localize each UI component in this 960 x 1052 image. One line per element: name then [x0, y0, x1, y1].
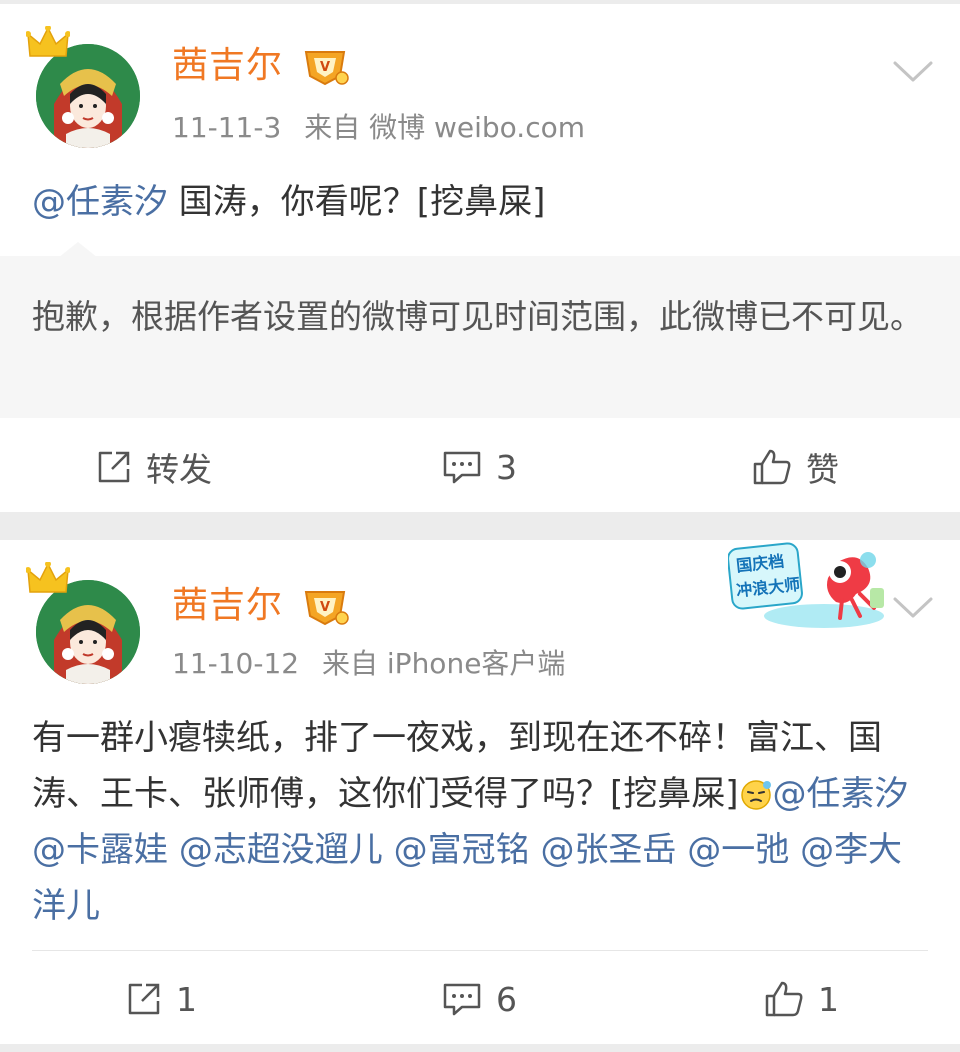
mention-link[interactable]: @任素汐 [32, 182, 168, 222]
post-meta: 11-11-3 来自 微博 weibo.com [172, 110, 585, 146]
comment-count: 3 [496, 447, 517, 487]
like-icon [753, 449, 791, 485]
svg-text:V: V [320, 60, 330, 75]
crown-icon [26, 562, 70, 593]
action-bar: 转发 3 赞 [0, 422, 960, 512]
vip-badge-icon: V [304, 51, 349, 86]
weibo-post-card[interactable]: 茜吉尔 V 11-10-12 来自 iPhone客户端 国庆档 冲浪大师 有一群… [0, 540, 960, 1044]
quoted-post-box[interactable]: 抱歉，根据作者设置的微博可见时间范围，此微博已不可见。 [0, 242, 960, 418]
repost-button[interactable]: 1 [126, 954, 197, 1044]
crown-icon [26, 26, 70, 57]
post-source[interactable]: 来自 iPhone客户端 [322, 647, 565, 680]
quote-notch [58, 242, 98, 258]
comment-count: 6 [496, 979, 517, 1019]
comment-icon [443, 451, 481, 484]
svg-text:V: V [320, 600, 330, 615]
like-icon [765, 981, 803, 1017]
like-label: 赞 [806, 450, 839, 489]
post-text-body: 国涛，你看呢？[挖鼻屎] [168, 182, 546, 222]
chevron-down-icon[interactable] [892, 596, 934, 620]
quoted-notice: 抱歉，根据作者设置的微博可见时间范围，此微博已不可见。 [32, 297, 923, 336]
repost-label: 转发 [146, 450, 212, 489]
author-name[interactable]: 茜吉尔 [172, 584, 283, 628]
vip-badge-icon: V [304, 591, 349, 626]
like-button[interactable]: 赞 [752, 422, 839, 512]
post-date: 11-11-3 [172, 111, 282, 144]
post-date: 11-10-12 [172, 647, 300, 680]
chevron-down-icon[interactable] [892, 60, 934, 84]
divider [32, 950, 928, 951]
author-name[interactable]: 茜吉尔 [172, 44, 283, 88]
mention-link[interactable]: @卡露娃 [32, 830, 168, 870]
mention-link[interactable]: @任素汐 [773, 774, 909, 814]
post-text: 有一群小瘪犊纸，排了一夜戏，到现在还不碎！富江、国涛、王卡、张师傅，这你们受得了… [32, 710, 924, 934]
emoji-icon [740, 780, 771, 810]
repost-icon [128, 983, 160, 1015]
comment-button[interactable]: 6 [442, 954, 517, 1044]
mention-link[interactable]: @一弛 [687, 830, 789, 870]
repost-icon [98, 451, 130, 483]
post-source[interactable]: 来自 微博 weibo.com [304, 111, 585, 144]
comment-button[interactable]: 3 [442, 422, 517, 512]
like-count: 1 [818, 979, 839, 1019]
repost-button[interactable]: 转发 [96, 422, 212, 512]
post-meta: 11-10-12 来自 iPhone客户端 [172, 646, 565, 682]
weibo-post-card[interactable]: 茜吉尔 V 11-11-3 来自 微博 weibo.com @任素汐 国涛，你看… [0, 4, 960, 512]
like-button[interactable]: 1 [764, 954, 839, 1044]
mention-link[interactable]: @富冠铭 [394, 830, 530, 870]
mention-link[interactable]: @志超没遛儿 [179, 830, 383, 870]
mention-link[interactable]: @张圣岳 [540, 830, 676, 870]
action-bar: 1 6 1 [0, 954, 960, 1044]
comment-icon [443, 983, 481, 1016]
surf-master-sticker[interactable]: 国庆档 冲浪大师 [727, 542, 892, 634]
post-text: @任素汐 国涛，你看呢？[挖鼻屎] [32, 174, 924, 230]
repost-count: 1 [176, 979, 197, 1019]
